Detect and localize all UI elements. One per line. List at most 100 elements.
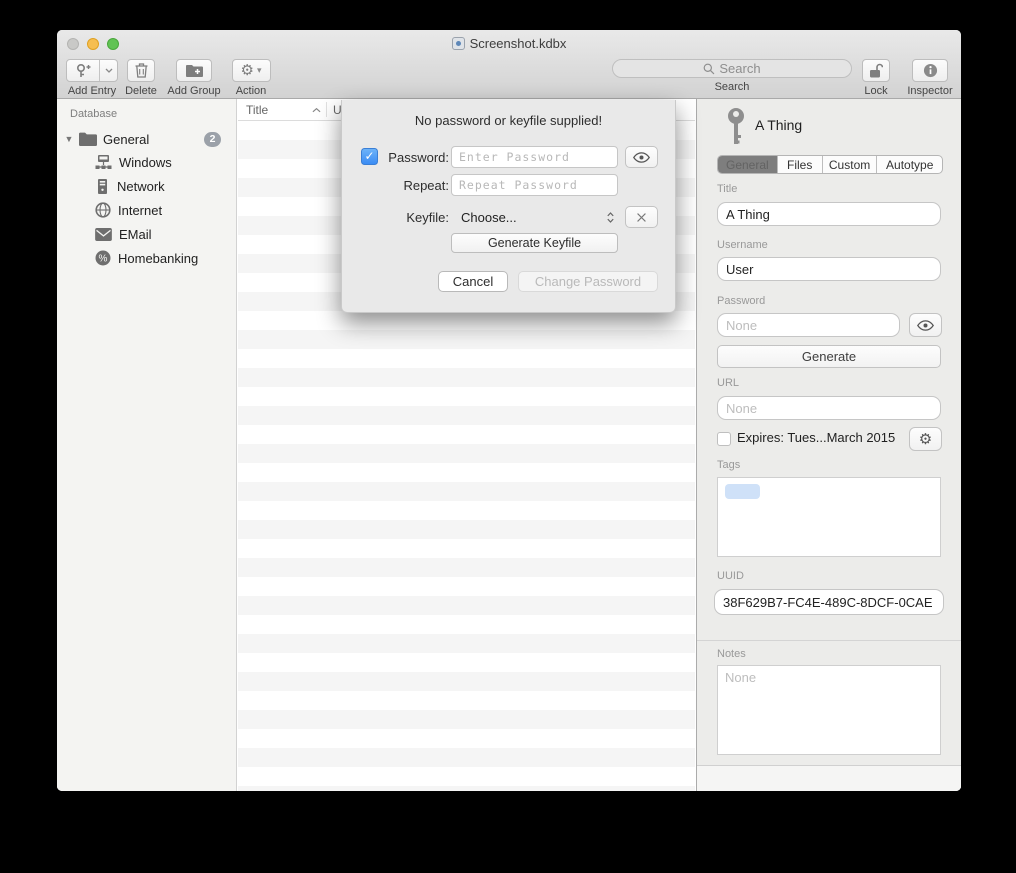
- cancel-button[interactable]: Cancel: [438, 271, 508, 292]
- table-row: [238, 387, 695, 406]
- table-row: [238, 710, 695, 729]
- inspector-panel: A Thing General Files Custom Autotype Ti…: [696, 99, 961, 791]
- table-row: [238, 482, 695, 501]
- sheet-reveal-password-button[interactable]: [625, 146, 658, 168]
- table-row: [238, 463, 695, 482]
- reveal-password-button[interactable]: [909, 313, 942, 337]
- tab-files[interactable]: Files: [777, 156, 822, 173]
- table-row: [238, 729, 695, 748]
- action-button[interactable]: ⚙ ▾: [232, 59, 271, 82]
- table-row: [238, 634, 695, 653]
- sidebar-item-homebanking[interactable]: % Homebanking: [95, 248, 236, 268]
- uuid-field[interactable]: [714, 589, 944, 615]
- password-checkbox[interactable]: ✓: [361, 148, 378, 165]
- delete-label: Delete: [125, 85, 157, 97]
- table-row: [238, 406, 695, 425]
- inspector-footer: [697, 765, 961, 791]
- notes-field-label: Notes: [717, 648, 746, 660]
- magnifier-icon: [703, 63, 715, 75]
- table-row: [238, 501, 695, 520]
- table-row: [238, 520, 695, 539]
- repeat-label: Repeat:: [378, 178, 449, 193]
- change-password-sheet: No password or keyfile supplied! ✓ Passw…: [341, 100, 676, 313]
- delete-button[interactable]: [127, 59, 155, 82]
- generate-password-button[interactable]: Generate: [717, 345, 941, 368]
- tab-autotype[interactable]: Autotype: [876, 156, 942, 173]
- sidebar: Database ▼ General 2 Windows: [57, 99, 237, 791]
- username-field-label: Username: [717, 239, 768, 251]
- sheet-password-input[interactable]: [451, 146, 618, 168]
- tab-custom[interactable]: Custom: [822, 156, 877, 173]
- tags-field[interactable]: [717, 477, 941, 557]
- eye-icon: [917, 320, 934, 331]
- key-icon: [725, 107, 747, 147]
- desktop: Screenshot.kdbx Add Entry: [0, 0, 1016, 873]
- notes-field[interactable]: [717, 665, 941, 755]
- uuid-field-label: UUID: [717, 570, 744, 582]
- title-field[interactable]: [717, 202, 941, 226]
- table-row: [238, 577, 695, 596]
- sidebar-item-internet[interactable]: Internet: [95, 200, 236, 220]
- generate-keyfile-button[interactable]: Generate Keyfile: [451, 233, 618, 253]
- homebanking-group-icon: %: [95, 250, 111, 266]
- open-padlock-icon: [869, 63, 883, 78]
- stepper-icon: [606, 210, 615, 225]
- app-window: Screenshot.kdbx Add Entry: [57, 30, 961, 791]
- keyfile-popup[interactable]: Choose...: [461, 206, 619, 228]
- table-row: [238, 596, 695, 615]
- sidebar-item-general[interactable]: ▼ General 2: [62, 129, 236, 149]
- sidebar-section-database: Database: [70, 108, 117, 120]
- clear-keyfile-button[interactable]: [625, 206, 658, 228]
- sidebar-item-label: Network: [117, 179, 165, 194]
- column-divider[interactable]: [326, 102, 327, 117]
- document-proxy-icon: [452, 37, 465, 50]
- sheet-repeat-input[interactable]: [451, 174, 618, 196]
- password-field[interactable]: [717, 313, 900, 337]
- chevron-down-icon: [105, 68, 113, 73]
- table-row: [238, 425, 695, 444]
- svg-text:%: %: [99, 253, 108, 264]
- title-field-label: Title: [717, 183, 737, 195]
- table-row: [238, 786, 695, 791]
- sidebar-item-windows[interactable]: Windows: [95, 152, 236, 172]
- expires-settings-button[interactable]: ⚙: [909, 427, 942, 451]
- add-entry-button[interactable]: [66, 59, 118, 82]
- table-row: [238, 444, 695, 463]
- lock-label: Lock: [864, 85, 887, 97]
- table-row: [238, 311, 695, 330]
- keyfile-label: Keyfile:: [378, 210, 449, 225]
- column-header-title[interactable]: Title: [246, 103, 268, 117]
- search-input[interactable]: Search: [612, 59, 852, 78]
- gear-icon: ⚙: [241, 63, 254, 78]
- change-password-button[interactable]: Change Password: [518, 271, 658, 292]
- expires-checkbox[interactable]: [717, 432, 731, 446]
- url-field-label: URL: [717, 377, 739, 389]
- tag-pill[interactable]: [725, 484, 760, 499]
- inspector-button[interactable]: [912, 59, 948, 82]
- password-field-label: Password: [717, 295, 765, 307]
- sidebar-item-label: General: [103, 132, 149, 147]
- email-group-icon: [95, 228, 112, 241]
- sidebar-item-label: EMail: [119, 227, 152, 242]
- sidebar-item-network[interactable]: Network: [95, 176, 236, 196]
- add-group-button[interactable]: [176, 59, 212, 82]
- key-plus-icon: [67, 60, 99, 81]
- url-field[interactable]: [717, 396, 941, 420]
- sheet-warning-message: No password or keyfile supplied!: [342, 113, 675, 128]
- username-field[interactable]: [717, 257, 941, 281]
- table-row: [238, 539, 695, 558]
- keyfile-popup-value: Choose...: [461, 210, 517, 225]
- tab-general[interactable]: General: [718, 156, 777, 173]
- sidebar-item-label: Homebanking: [118, 251, 198, 266]
- eye-icon: [633, 152, 650, 163]
- table-row: [238, 691, 695, 710]
- folder-icon: [79, 132, 97, 146]
- gear-icon: ⚙: [919, 432, 932, 447]
- sidebar-item-email[interactable]: EMail: [95, 224, 236, 244]
- password-label: Password:: [378, 150, 449, 165]
- add-entry-dropdown[interactable]: [99, 60, 117, 81]
- lock-button[interactable]: [862, 59, 890, 82]
- sidebar-item-label: Internet: [118, 203, 162, 218]
- table-row: [238, 615, 695, 634]
- disclosure-triangle-icon[interactable]: ▼: [62, 134, 76, 144]
